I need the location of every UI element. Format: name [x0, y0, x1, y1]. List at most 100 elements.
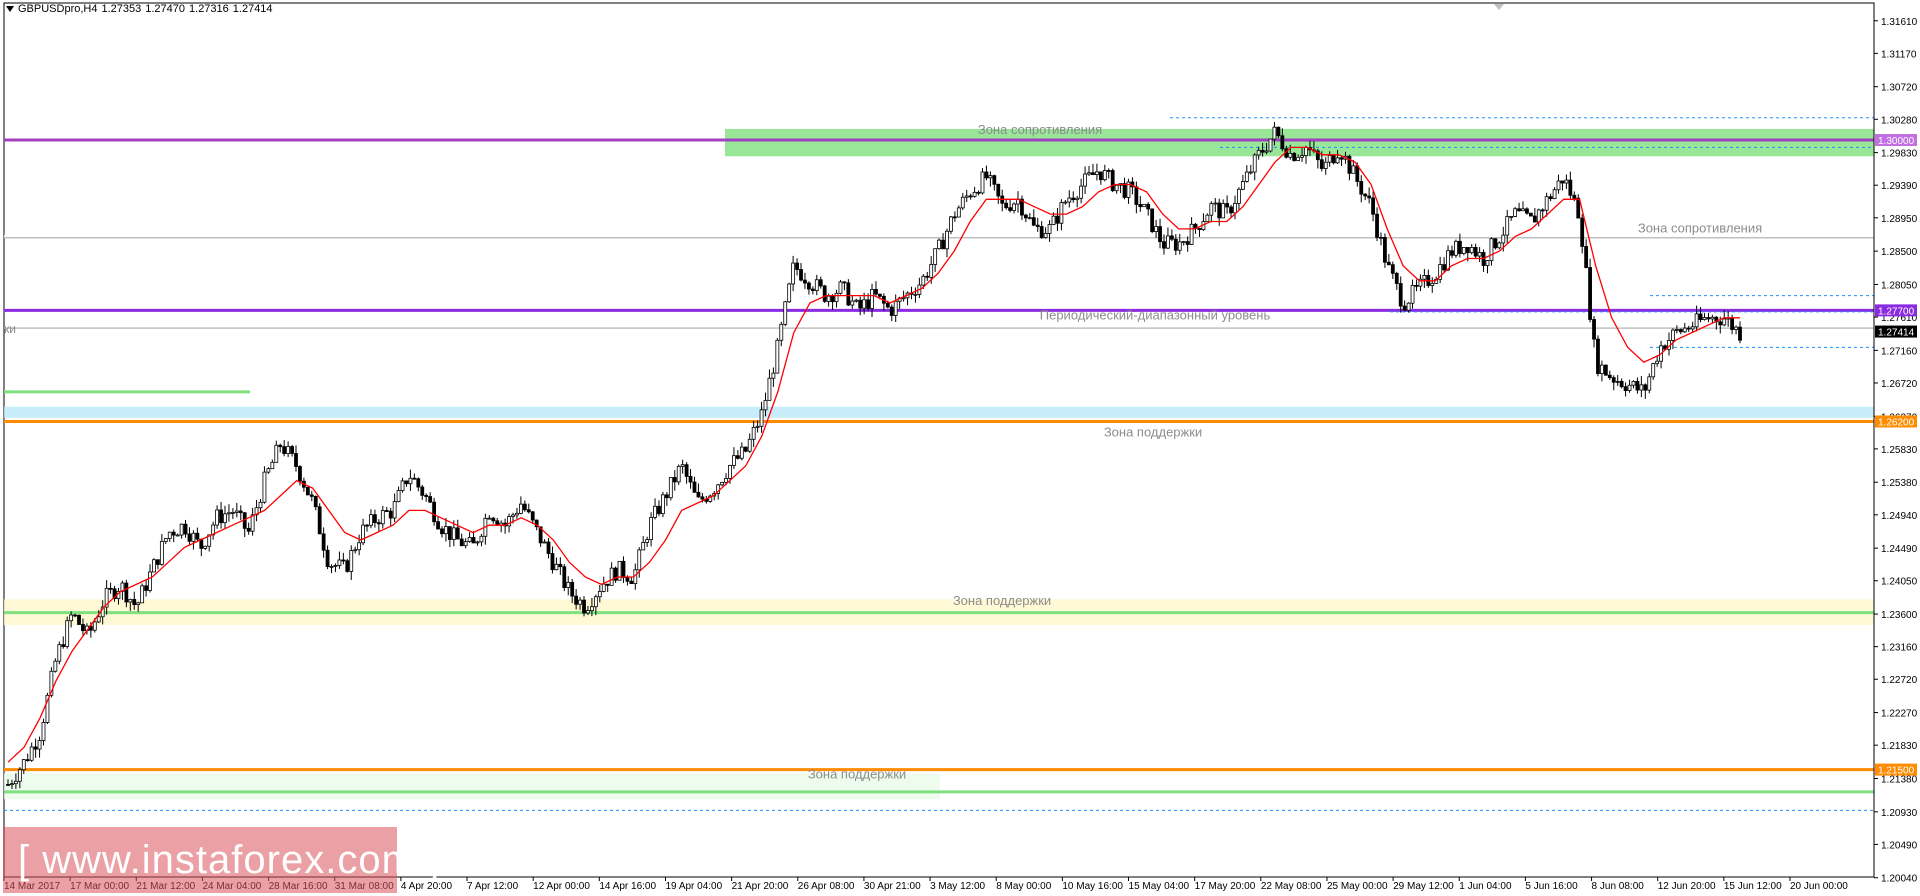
candle-body: [1552, 189, 1557, 200]
price-tick-label: 1.21830: [1881, 741, 1918, 752]
candle-body: [1386, 261, 1391, 266]
candle-body: [526, 509, 531, 513]
candle-body: [25, 759, 30, 762]
candle-body: [1671, 329, 1675, 341]
candle-body: [1738, 326, 1742, 341]
candle-body: [61, 644, 66, 647]
time-tick-label: 5 Jun 16:00: [1525, 881, 1578, 892]
price-chart[interactable]: Зона сопротивления Зона сопротивления Пери…: [0, 0, 1920, 896]
candle-body: [396, 490, 401, 503]
candle-body: [929, 264, 934, 278]
low-value: 1.27316: [189, 3, 229, 15]
candle-body: [956, 207, 961, 218]
candle-body: [1532, 215, 1537, 223]
candle-body: [57, 644, 62, 662]
candle-body: [1623, 386, 1628, 391]
candle-body: [668, 477, 673, 499]
price-tick-label: 1.20040: [1881, 874, 1918, 885]
candle-body: [822, 285, 827, 302]
candle-body: [1213, 202, 1218, 205]
candle-body: [428, 496, 433, 503]
candle-body: [968, 195, 973, 198]
candle-body: [463, 541, 468, 547]
time-tick-label: 22 May 08:00: [1261, 881, 1322, 892]
candle-body: [735, 455, 740, 459]
candle-body: [282, 446, 287, 454]
candle-body: [412, 477, 417, 480]
candle-body: [795, 262, 799, 270]
candle-body: [1181, 241, 1186, 244]
chart-menu-triangle-icon[interactable]: [6, 6, 14, 13]
candle-body: [388, 510, 393, 519]
candle-body: [1493, 238, 1498, 249]
time-tick-label: 17 May 20:00: [1195, 881, 1256, 892]
candle-body: [1351, 165, 1356, 174]
candle-body: [1154, 226, 1158, 233]
candle-body: [1615, 380, 1620, 383]
candle-body: [783, 301, 788, 325]
candle-body: [803, 279, 807, 284]
candle-body: [424, 494, 429, 497]
candle-body: [988, 175, 993, 179]
candle-body: [1406, 302, 1411, 311]
candle-body: [1607, 374, 1612, 379]
candle-body: [1702, 317, 1707, 320]
candle-body: [329, 565, 334, 568]
symbol-label: GBPUSDpro,H4: [18, 3, 98, 15]
candle-body: [582, 599, 586, 614]
candle-body: [171, 531, 176, 536]
candle-body: [1643, 384, 1648, 391]
candle-body: [621, 560, 626, 578]
candle-body: [1209, 203, 1214, 216]
candle-body: [878, 293, 882, 297]
candle-body: [590, 606, 594, 611]
candle-body: [487, 517, 492, 520]
candle-body: [467, 537, 472, 542]
candle-body: [1158, 226, 1162, 243]
candle-body: [159, 541, 164, 565]
candle-body: [937, 239, 941, 250]
candle-body: [444, 526, 448, 535]
candle-body: [1260, 149, 1265, 153]
candle-body: [305, 486, 310, 496]
candle-body: [1469, 247, 1474, 254]
zone-band: [4, 773, 940, 800]
candle-body: [1138, 204, 1143, 208]
candle-body: [755, 425, 760, 428]
watermark-text[interactable]: [ www.instaforex.com ]: [18, 838, 440, 883]
candle-body: [1734, 326, 1738, 330]
candle-body: [1150, 208, 1155, 233]
candle-body: [1556, 180, 1561, 191]
time-tick-label: 8 May 00:00: [996, 881, 1051, 892]
candle-body: [1513, 208, 1518, 217]
candle-body: [373, 514, 377, 524]
candle-body: [29, 746, 34, 761]
zone-band: [725, 128, 1874, 157]
candle-body: [1394, 272, 1399, 284]
candle-body: [1592, 319, 1596, 340]
candle-body: [278, 444, 283, 448]
candle-body: [1323, 161, 1328, 169]
candle-body: [763, 399, 768, 411]
candle-body: [156, 559, 160, 565]
candle-body: [136, 602, 141, 606]
candle-body: [440, 528, 444, 535]
candle-body: [459, 538, 464, 547]
candle-body: [1390, 264, 1395, 274]
candle-body: [771, 372, 776, 379]
candle-body: [747, 438, 752, 452]
level-price-badge-text: 1.26200: [1878, 417, 1915, 428]
candle-body: [1244, 171, 1249, 182]
candle-body: [889, 306, 894, 316]
candle-body: [807, 282, 811, 290]
price-tick-label: 1.30280: [1881, 115, 1918, 126]
candle-body: [1430, 282, 1435, 286]
candle-body: [1544, 196, 1549, 211]
candle-body: [384, 510, 389, 512]
candle-body: [732, 455, 736, 466]
candle-body: [637, 549, 642, 571]
candle-body: [274, 444, 279, 463]
candle-body: [179, 523, 184, 536]
candle-body: [1501, 234, 1506, 244]
candle-body: [175, 534, 180, 537]
